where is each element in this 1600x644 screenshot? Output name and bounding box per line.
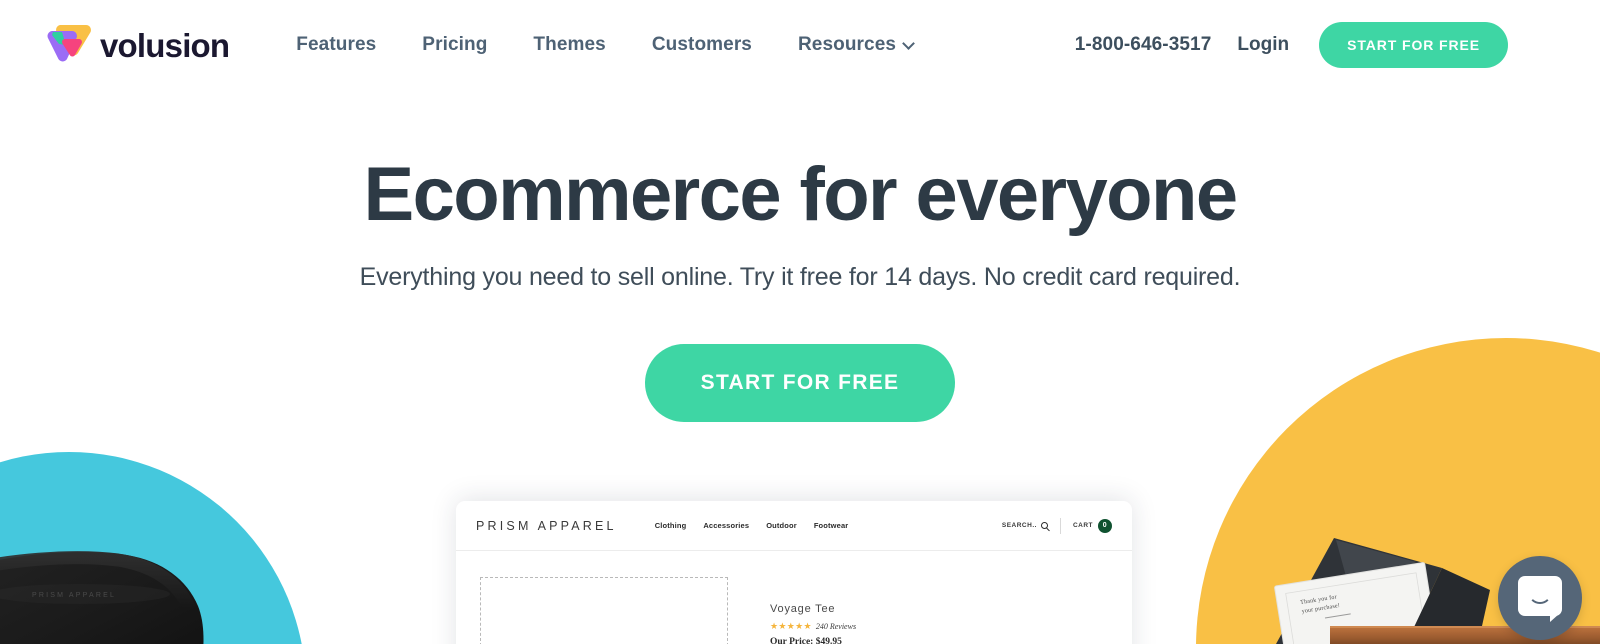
nav-label-customers: Customers	[651, 34, 752, 55]
nav-item-themes[interactable]: Themes	[510, 34, 628, 56]
store-nav-item-clothing[interactable]: Clothing	[655, 521, 687, 530]
product-review-count: 240 Reviews	[815, 622, 857, 631]
store-cart-button[interactable]: CART 0	[1072, 518, 1112, 533]
hero-section: Ecommerce for everyone Everything you ne…	[0, 90, 1600, 423]
divider	[1059, 517, 1061, 534]
nav-item-resources[interactable]: Resources	[775, 34, 936, 56]
nav-label-features: Features	[296, 34, 377, 55]
tshirt-brand-label: PRISM APPAREL	[32, 592, 117, 599]
logo-link[interactable]: volusion	[47, 22, 230, 68]
chevron-down-icon	[902, 36, 915, 50]
phone-link[interactable]: 1-800-646-3517	[1075, 34, 1212, 56]
magnifier-icon	[1040, 522, 1048, 529]
nav-label-themes: Themes	[533, 34, 606, 55]
nav-item-features[interactable]: Features	[273, 34, 399, 56]
smile-icon	[1528, 592, 1552, 604]
tshirt-photo: PRISM APPAREL	[0, 548, 250, 644]
header-actions: 1-800-646-3517 Login START FOR FREE	[1075, 22, 1508, 68]
nav-label-pricing: Pricing	[422, 34, 488, 55]
store-nav-item-footwear[interactable]: Footwear	[814, 521, 849, 530]
star-rating-icon: ★★★★★	[770, 621, 812, 631]
header-start-for-free-button[interactable]: START FOR FREE	[1319, 22, 1508, 68]
cart-count-badge: 0	[1098, 518, 1112, 533]
chat-launcher-button[interactable]	[1498, 556, 1582, 640]
main-nav: Features Pricing Themes Customers Resour…	[273, 34, 936, 56]
nav-item-customers[interactable]: Customers	[629, 34, 775, 56]
store-cart-label: CART	[1072, 522, 1093, 529]
store-nav: Clothing Accessories Outdoor Footwear	[655, 521, 849, 530]
landing-page: PRISM APPAREL Thank you for your purchas…	[0, 0, 1600, 644]
page-title: Ecommerce for everyone	[363, 152, 1238, 237]
product-image-placeholder	[480, 577, 728, 644]
store-nav-item-outdoor[interactable]: Outdoor	[766, 521, 797, 530]
product-info: Voyage Tee ★★★★★ 240 Reviews Our Price: …	[770, 577, 856, 644]
store-preview-mockup: PRISM APPAREL Clothing Accessories Outdo…	[456, 501, 1132, 644]
hero-subtitle: Everything you need to sell online. Try …	[359, 263, 1241, 292]
store-header: PRISM APPAREL Clothing Accessories Outdo…	[456, 501, 1132, 551]
store-search-button[interactable]: SEARCH..	[1002, 522, 1048, 529]
logo-wordmark: volusion	[100, 26, 230, 64]
site-header: volusion Features Pricing Themes Custome…	[0, 0, 1600, 90]
chat-bubble-smile-icon	[1518, 576, 1562, 622]
volusion-triangle-logo-icon	[47, 25, 91, 62]
product-name: Voyage Tee	[770, 603, 836, 615]
nav-item-pricing[interactable]: Pricing	[399, 34, 510, 56]
product-price: Our Price: $49.95	[770, 637, 842, 644]
hero-start-for-free-button[interactable]: START FOR FREE	[644, 344, 956, 423]
store-search-label: SEARCH..	[1001, 522, 1037, 529]
store-header-actions: SEARCH.. CART 0	[1002, 517, 1112, 534]
store-nav-item-accessories[interactable]: Accessories	[703, 521, 749, 530]
store-logo: PRISM APPAREL	[476, 518, 617, 533]
login-link[interactable]: Login	[1237, 34, 1289, 56]
nav-label-resources: Resources	[797, 34, 897, 55]
store-product-area: Voyage Tee ★★★★★ 240 Reviews Our Price: …	[456, 551, 1132, 644]
product-rating: ★★★★★ 240 Reviews	[770, 621, 856, 632]
